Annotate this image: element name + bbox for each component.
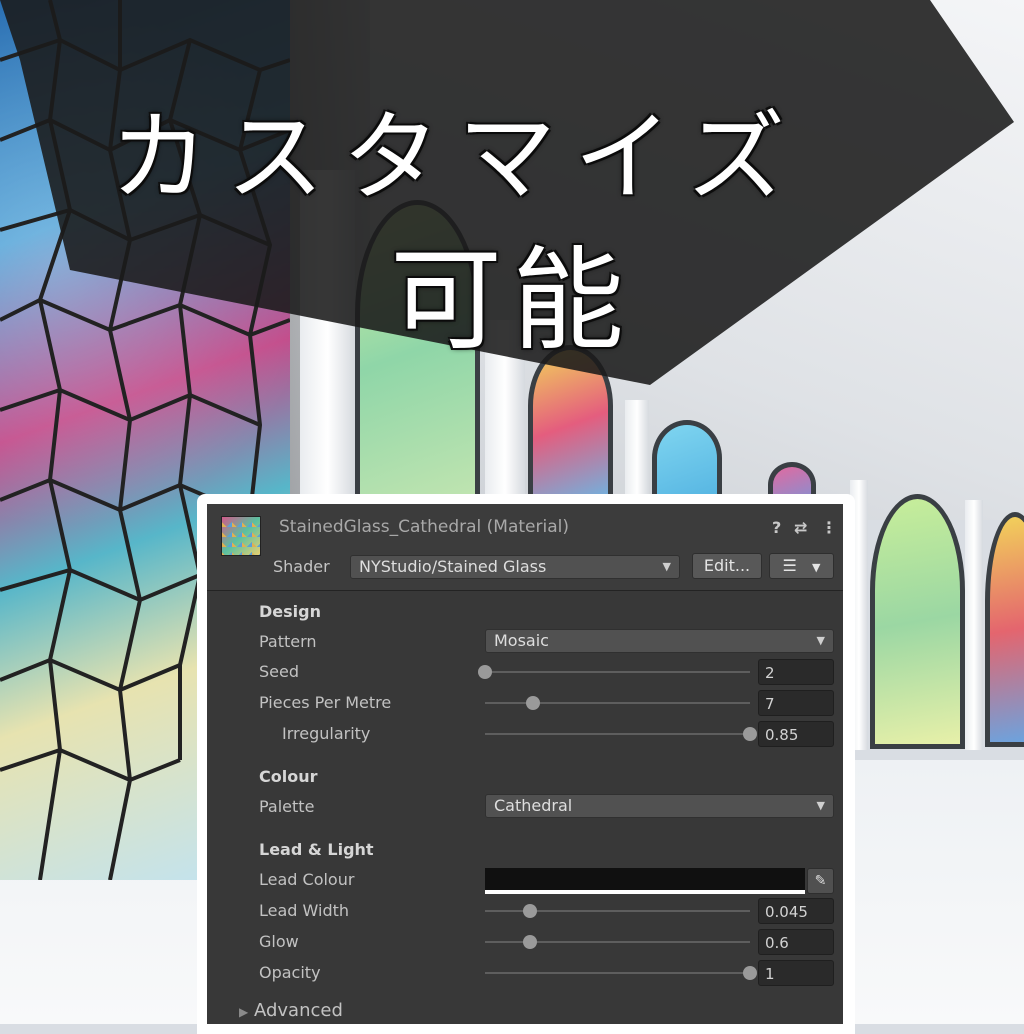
- shader-label: Shader: [273, 557, 330, 576]
- banner-title-line1: カスタマイズ: [110, 101, 804, 215]
- stained-glass-window: [870, 494, 965, 749]
- advanced-foldout[interactable]: ▶ Advanced: [239, 1000, 343, 1021]
- seed-slider[interactable]: [478, 665, 750, 679]
- section-colour: Colour: [259, 767, 318, 786]
- pattern-dropdown[interactable]: Mosaic ▼: [485, 629, 834, 653]
- lead-colour-label: Lead Colour: [259, 870, 355, 889]
- eyedropper-icon[interactable]: ✎: [807, 868, 834, 894]
- chevron-down-icon: ▼: [816, 799, 825, 812]
- glow-slider[interactable]: [485, 935, 750, 949]
- help-icon[interactable]: ?: [772, 518, 781, 537]
- inspector-header: StainedGlass_Cathedral (Material) ? ⇄ ⋮ …: [207, 504, 843, 591]
- seed-field[interactable]: 2: [758, 659, 834, 685]
- banner-title-line2: 可能: [390, 236, 634, 366]
- palette-label: Palette: [259, 797, 315, 816]
- triangle-right-icon: ▶: [239, 1005, 249, 1019]
- material-inspector: StainedGlass_Cathedral (Material) ? ⇄ ⋮ …: [207, 504, 843, 1024]
- irregularity-label: Irregularity: [282, 724, 371, 743]
- opacity-field[interactable]: 1: [758, 960, 834, 986]
- slider-handle[interactable]: [478, 665, 492, 679]
- slider-handle[interactable]: [743, 727, 757, 741]
- glow-label: Glow: [259, 932, 299, 951]
- slider-handle[interactable]: [523, 935, 538, 949]
- irregularity-slider[interactable]: [485, 727, 757, 741]
- more-menu-icon[interactable]: ⋮: [821, 518, 837, 537]
- slider-handle[interactable]: [743, 966, 757, 980]
- inspector-frame: StainedGlass_Cathedral (Material) ? ⇄ ⋮ …: [197, 494, 855, 1034]
- lead-width-label: Lead Width: [259, 901, 350, 920]
- irregularity-field[interactable]: 0.85: [758, 721, 834, 747]
- section-lead-light: Lead & Light: [259, 840, 374, 859]
- pieces-per-metre-label: Pieces Per Metre: [259, 693, 392, 712]
- material-title: StainedGlass_Cathedral (Material): [279, 517, 569, 537]
- glow-field[interactable]: 0.6: [758, 929, 834, 955]
- pattern-label: Pattern: [259, 632, 317, 651]
- shader-options-button[interactable]: ☰ ▼: [769, 553, 834, 579]
- seed-label: Seed: [259, 662, 299, 681]
- lead-width-field[interactable]: 0.045: [758, 898, 834, 924]
- palette-value: Cathedral: [494, 796, 573, 815]
- chevron-down-icon: ▼: [662, 560, 671, 573]
- palette-dropdown[interactable]: Cathedral ▼: [485, 794, 834, 818]
- lead-width-slider[interactable]: [485, 904, 750, 918]
- pieces-per-metre-slider[interactable]: [485, 696, 750, 710]
- advanced-label: Advanced: [253, 1000, 343, 1021]
- slider-handle[interactable]: [523, 904, 538, 918]
- stained-glass-window: [985, 512, 1024, 747]
- pattern-value: Mosaic: [494, 631, 549, 650]
- list-icon: ☰: [782, 556, 797, 575]
- shader-value: NYStudio/Stained Glass: [359, 557, 547, 576]
- slider-handle[interactable]: [525, 696, 540, 710]
- chevron-down-icon: ▼: [811, 561, 821, 574]
- lead-colour-swatch[interactable]: [485, 868, 805, 894]
- chevron-down-icon: ▼: [816, 634, 825, 647]
- title-banner: カスタマイズ 可能: [0, 0, 1024, 390]
- section-design: Design: [259, 602, 321, 621]
- edit-shader-button[interactable]: Edit...: [692, 553, 762, 579]
- pillar: [965, 500, 983, 750]
- opacity-slider[interactable]: [485, 966, 757, 980]
- opacity-label: Opacity: [259, 963, 321, 982]
- shader-dropdown[interactable]: NYStudio/Stained Glass ▼: [350, 555, 680, 579]
- presets-icon[interactable]: ⇄: [794, 518, 807, 537]
- pieces-per-metre-field[interactable]: 7: [758, 690, 834, 716]
- material-preview-thumbnail[interactable]: [221, 516, 261, 556]
